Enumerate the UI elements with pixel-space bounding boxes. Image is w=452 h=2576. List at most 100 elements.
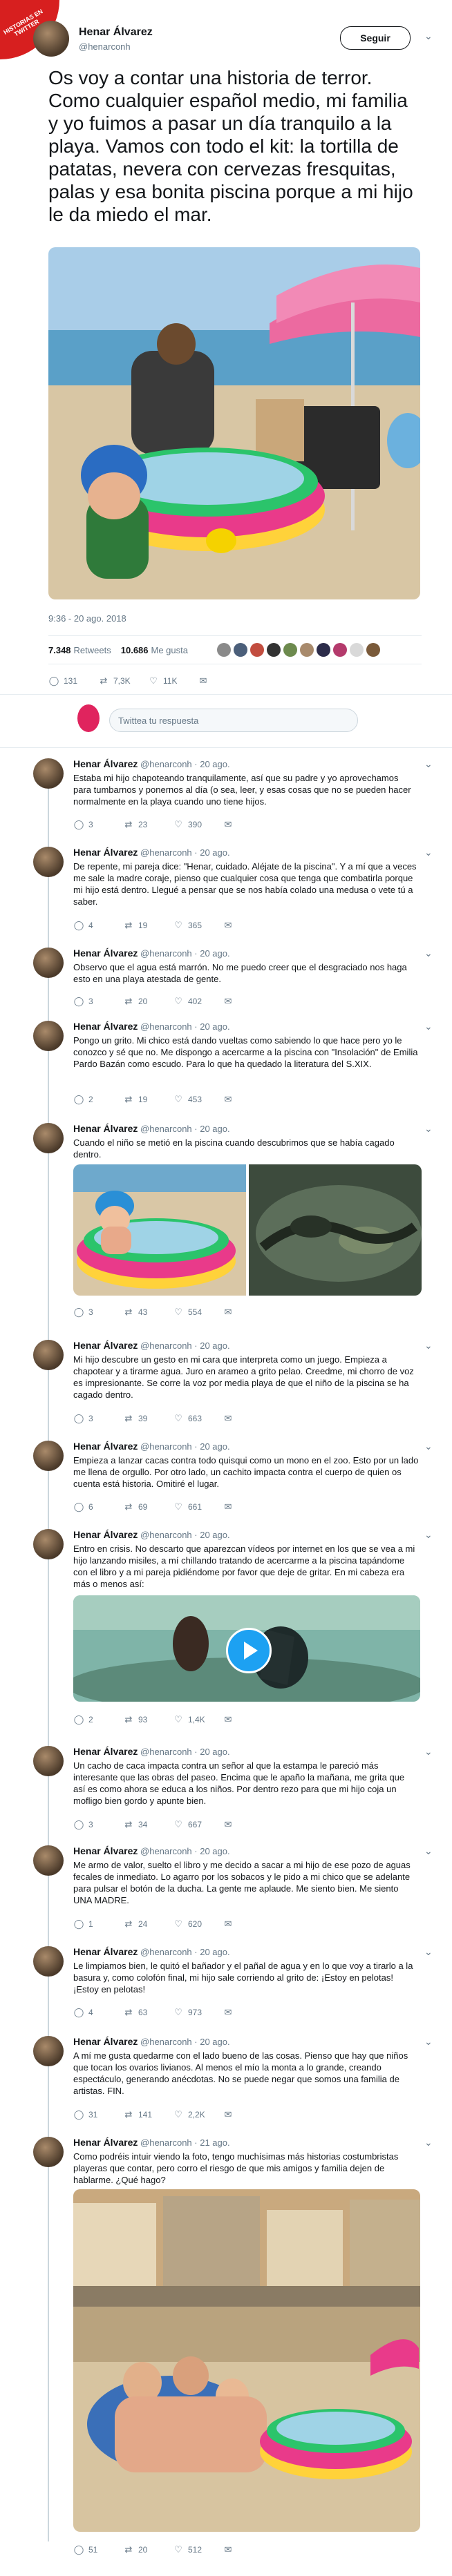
message-button[interactable]: ✉ — [223, 2544, 272, 2555]
author-name[interactable]: Henar Álvarez — [73, 948, 138, 959]
retweet-button[interactable]: ⇄ 43 — [123, 1307, 173, 1318]
reply-input[interactable]: Twittea tu respuesta — [109, 709, 358, 732]
reply-button[interactable]: ◯ 2 — [73, 1094, 123, 1105]
retweet-button[interactable]: ⇄ 93 — [123, 1714, 173, 1725]
avatar[interactable] — [33, 948, 64, 978]
likes-count[interactable]: 10.686 — [121, 645, 149, 655]
avatar[interactable] — [33, 847, 64, 877]
message-button[interactable]: ✉ — [223, 1501, 272, 1512]
avatar[interactable] — [33, 1441, 64, 1471]
author-name[interactable]: Henar Álvarez — [73, 1123, 138, 1134]
like-button[interactable]: ♡ 2,2K — [173, 2109, 223, 2120]
like-button[interactable]: ♡ 1,4K — [173, 1714, 223, 1725]
tweet-date[interactable]: · 20 ago. — [194, 1021, 229, 1032]
tweet-date[interactable]: · 21 ago. — [194, 2137, 229, 2148]
tweet-date[interactable]: · 20 ago. — [194, 847, 229, 858]
avatar[interactable] — [33, 1746, 64, 1776]
chevron-down-icon[interactable]: ⌄ — [424, 30, 435, 41]
chevron-down-icon[interactable]: ⌄ — [424, 1946, 435, 1957]
message-button[interactable]: ✉ — [223, 2007, 272, 2018]
avatar[interactable] — [350, 643, 364, 657]
author-name[interactable]: Henar Álvarez — [73, 1529, 138, 1540]
avatar[interactable] — [217, 643, 231, 657]
like-button[interactable]: ♡ 554 — [173, 1307, 223, 1318]
reply-button[interactable]: ◯ 1 — [73, 1919, 123, 1930]
retweet-button[interactable]: ⇄ 69 — [123, 1501, 173, 1512]
tweet-date[interactable]: · 20 ago. — [194, 948, 229, 959]
author-handle[interactable]: @henarconh — [140, 1124, 192, 1134]
like-button[interactable]: ♡ 365 — [173, 920, 223, 931]
message-button[interactable]: ✉ — [223, 1413, 272, 1424]
retweet-button[interactable]: ⇄ 7,3K — [98, 675, 148, 686]
avatar[interactable] — [33, 1946, 64, 1977]
message-button[interactable]: ✉ — [223, 996, 272, 1007]
author-handle[interactable]: @henarconh — [140, 1947, 192, 1957]
author-handle[interactable]: @henarconh — [79, 41, 131, 52]
like-button[interactable]: ♡ 661 — [173, 1501, 223, 1512]
author-name[interactable]: Henar Álvarez — [73, 1340, 138, 1351]
chevron-down-icon[interactable]: ⌄ — [424, 1441, 435, 1452]
chevron-down-icon[interactable]: ⌄ — [424, 2137, 435, 2148]
author-name[interactable]: Henar Álvarez — [73, 1021, 138, 1032]
reply-button[interactable]: ◯ 31 — [73, 2109, 123, 2120]
chevron-down-icon[interactable]: ⌄ — [424, 2036, 435, 2047]
avatar[interactable] — [33, 758, 64, 789]
like-button[interactable]: ♡ 453 — [173, 1094, 223, 1105]
avatar[interactable] — [250, 643, 264, 657]
author-handle[interactable]: @henarconh — [140, 2137, 192, 2148]
like-button[interactable]: ♡ 11K — [148, 675, 198, 686]
avatar[interactable] — [33, 1123, 64, 1153]
chevron-down-icon[interactable]: ⌄ — [424, 1746, 435, 1757]
reply-button[interactable]: ◯ 3 — [73, 996, 123, 1007]
avatar[interactable] — [33, 2137, 64, 2167]
tweet-date[interactable]: · 20 ago. — [194, 1124, 229, 1134]
author-handle[interactable]: @henarconh — [140, 1340, 192, 1351]
reply-button[interactable]: ◯ 2 — [73, 1714, 123, 1725]
author-name[interactable]: Henar Álvarez — [73, 847, 138, 858]
chevron-down-icon[interactable]: ⌄ — [424, 1021, 435, 1032]
message-button[interactable]: ✉ — [223, 1094, 272, 1105]
author-name[interactable]: Henar Álvarez — [73, 1946, 138, 1957]
message-button[interactable]: ✉ — [223, 1307, 272, 1318]
message-button[interactable]: ✉ — [198, 675, 247, 686]
chevron-down-icon[interactable]: ⌄ — [424, 758, 435, 769]
likes-label[interactable]: Me gusta — [151, 645, 188, 655]
retweet-button[interactable]: ⇄ 20 — [123, 996, 173, 1007]
tweet-timestamp[interactable]: 9:36 - 20 ago. 2018 — [48, 613, 126, 624]
author-name[interactable]: Henar Álvarez — [73, 758, 138, 769]
tweet-video[interactable] — [73, 1595, 420, 1702]
reply-button[interactable]: ◯ 51 — [73, 2544, 123, 2555]
author-handle[interactable]: @henarconh — [140, 1530, 192, 1540]
tweet-photo[interactable] — [73, 1164, 246, 1296]
avatar[interactable] — [33, 1529, 64, 1559]
reply-button[interactable]: ◯ 3 — [73, 1819, 123, 1830]
retweets-count[interactable]: 7.348 — [48, 645, 71, 655]
author-handle[interactable]: @henarconh — [140, 759, 192, 769]
like-button[interactable]: ♡ 973 — [173, 2007, 223, 2018]
chevron-down-icon[interactable]: ⌄ — [424, 948, 435, 959]
chevron-down-icon[interactable]: ⌄ — [424, 1340, 435, 1351]
reply-button[interactable]: ◯ 3 — [73, 1413, 123, 1424]
tweet-date[interactable]: · 20 ago. — [194, 1441, 229, 1452]
avatar[interactable] — [33, 1340, 64, 1370]
reply-button[interactable]: ◯ 6 — [73, 1501, 123, 1512]
chevron-down-icon[interactable]: ⌄ — [424, 1845, 435, 1856]
retweet-button[interactable]: ⇄ 19 — [123, 920, 173, 931]
play-icon[interactable] — [226, 1628, 272, 1673]
like-button[interactable]: ♡ 390 — [173, 819, 223, 830]
author-handle[interactable]: @henarconh — [140, 847, 192, 858]
retweet-button[interactable]: ⇄ 23 — [123, 819, 173, 830]
like-button[interactable]: ♡ 620 — [173, 1919, 223, 1930]
avatar[interactable] — [33, 2036, 64, 2066]
tweet-date[interactable]: · 20 ago. — [194, 1846, 229, 1856]
tweet-photo[interactable] — [249, 1164, 422, 1296]
retweet-button[interactable]: ⇄ 63 — [123, 2007, 173, 2018]
message-button[interactable]: ✉ — [223, 1714, 272, 1725]
author-handle[interactable]: @henarconh — [140, 1441, 192, 1452]
author-name[interactable]: Henar Álvarez — [73, 2036, 138, 2047]
avatar[interactable] — [333, 643, 347, 657]
chevron-down-icon[interactable]: ⌄ — [424, 847, 435, 858]
avatar[interactable] — [33, 21, 69, 57]
tweet-date[interactable]: · 20 ago. — [194, 2037, 229, 2047]
main-tweet-photo[interactable] — [48, 247, 420, 599]
